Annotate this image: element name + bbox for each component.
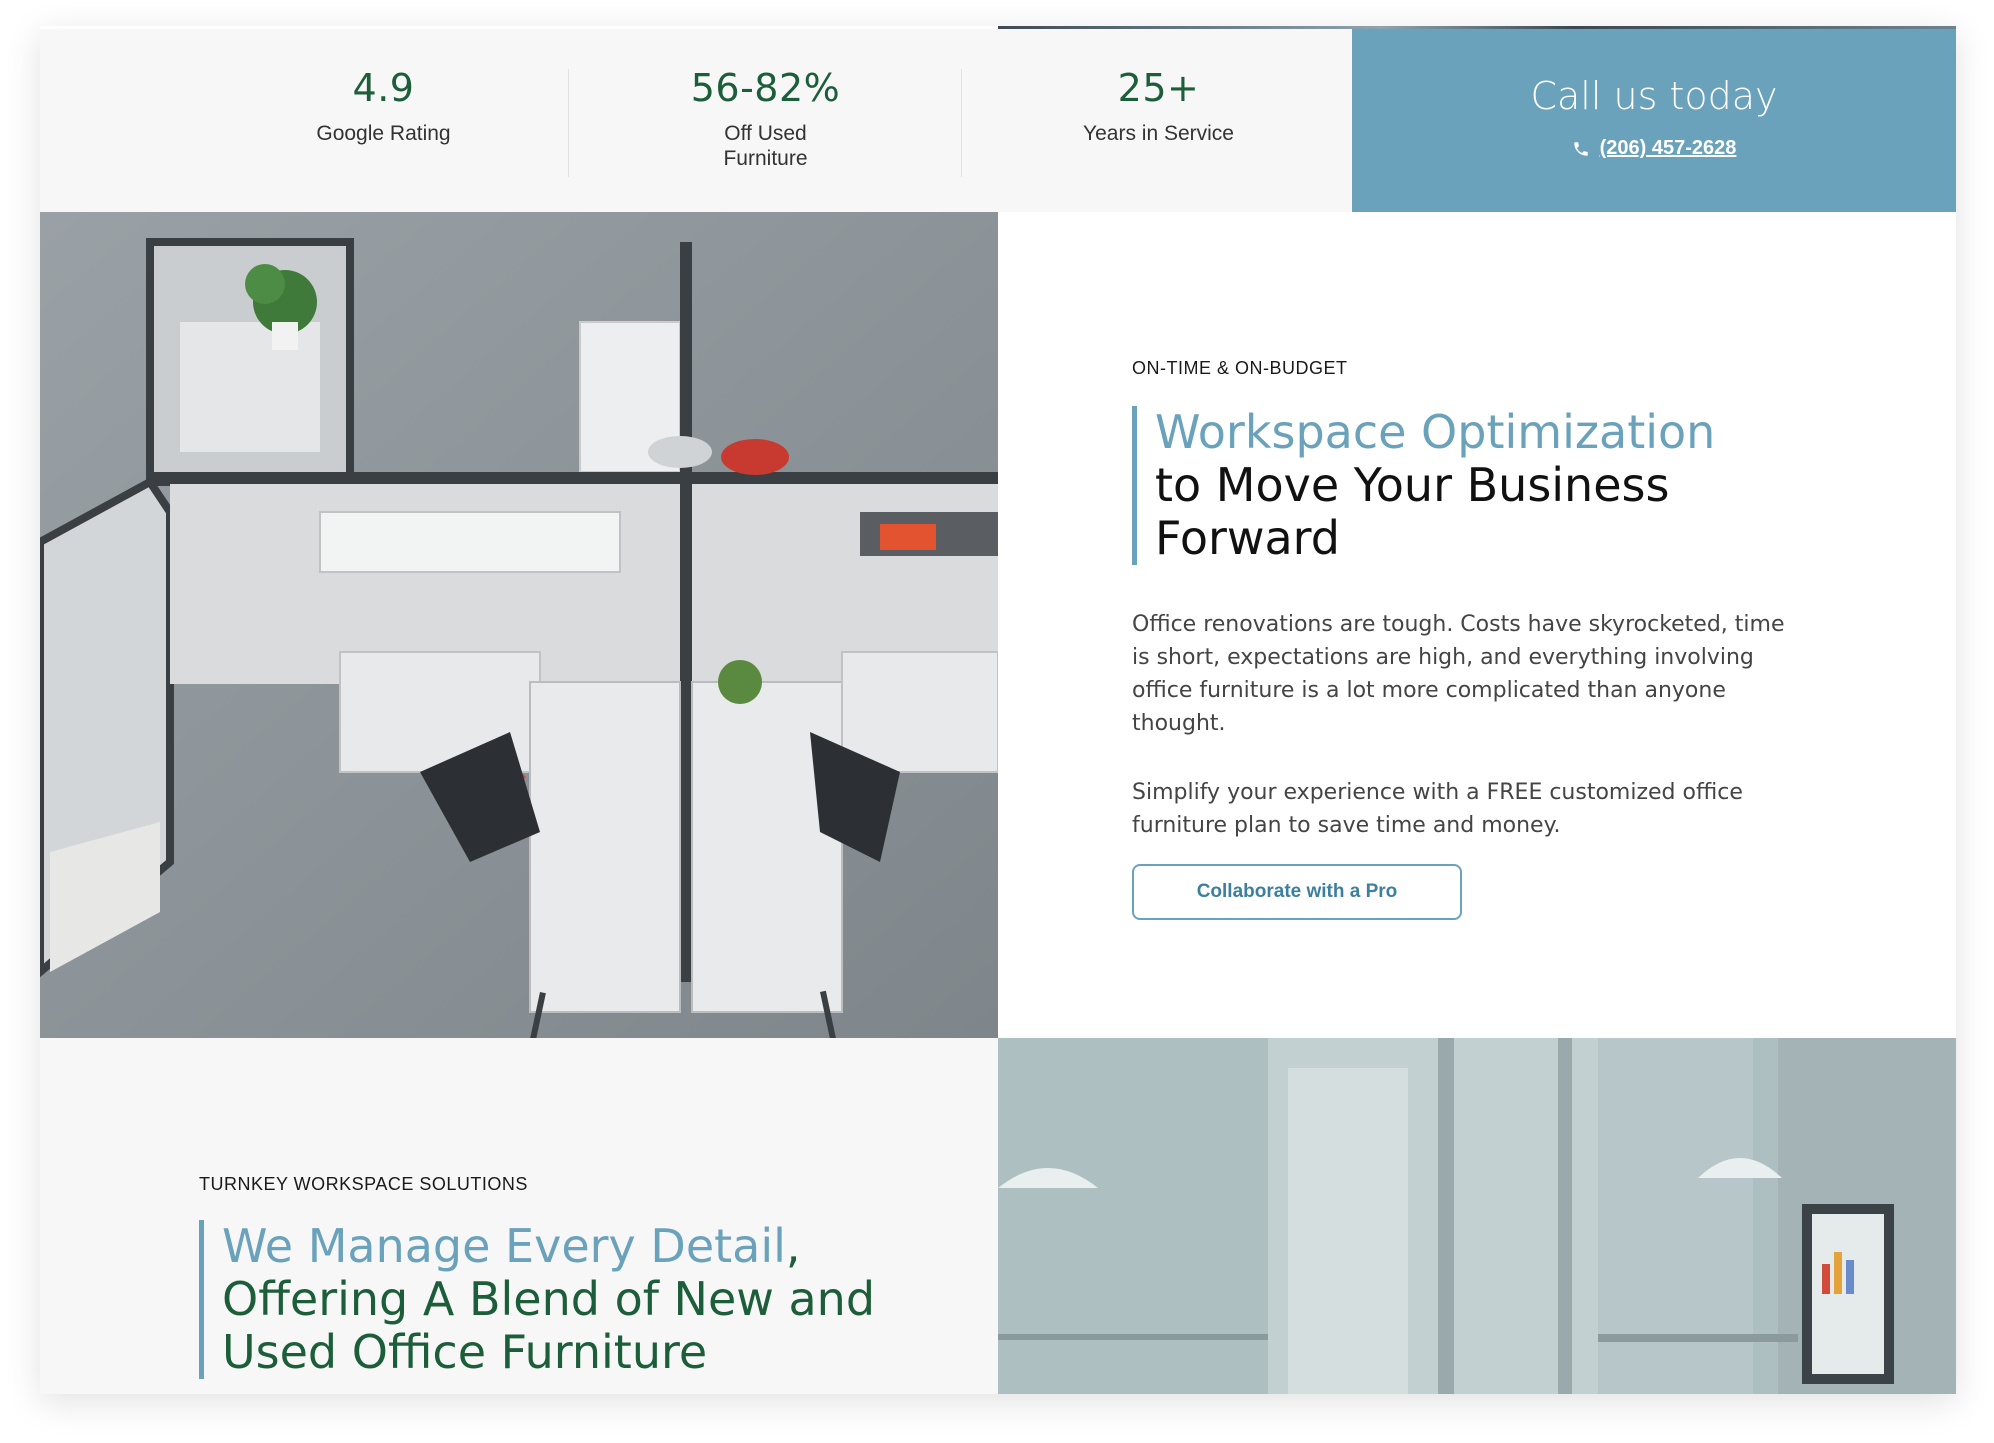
stat-value: 56-82% bbox=[690, 66, 841, 110]
stat-years: 25+ Years in Service bbox=[962, 29, 1355, 212]
section-eyebrow: TURNKEY WORKSPACE SOLUTIONS bbox=[199, 1174, 528, 1194]
section-eyebrow: ON-TIME & ON-BUDGET bbox=[1132, 358, 1348, 378]
heading-accent: We Manage Every Detail bbox=[222, 1219, 786, 1273]
section-heading: We Manage Every Detail, Offering A Blend… bbox=[199, 1220, 902, 1379]
intro-paragraph: Office renovations are tough. Costs have… bbox=[1132, 612, 1785, 736]
heading-rest: Offering A Blend of New and Used Office … bbox=[222, 1272, 876, 1379]
offer-paragraph: Simplify your experience with a FREE cus… bbox=[1132, 780, 1743, 838]
stat-label: Off Used Furniture bbox=[723, 122, 808, 170]
page: 4.9 Google Rating 56-82% Off Used Furnit… bbox=[40, 26, 1956, 1394]
office-interior-photo bbox=[998, 1038, 1956, 1394]
heading-comma: , bbox=[785, 1219, 801, 1273]
stats-bar: 4.9 Google Rating 56-82% Off Used Furnit… bbox=[40, 29, 1956, 212]
phone-icon bbox=[1573, 141, 1588, 156]
stat-google-rating: 4.9 Google Rating bbox=[40, 29, 569, 212]
section-heading: Workspace Optimization to Move Your Busi… bbox=[1132, 406, 1795, 565]
heading-rest: to Move Your Business Forward bbox=[1155, 458, 1670, 565]
call-us-box: Call us today (206) 457-2628 bbox=[1352, 29, 1956, 212]
stat-off-used: 56-82% Off Used Furniture bbox=[569, 29, 962, 212]
stat-label: Years in Service bbox=[1083, 122, 1234, 145]
call-title: Call us today bbox=[1530, 74, 1778, 118]
stat-label: Google Rating bbox=[316, 122, 451, 145]
collaborate-button[interactable]: Collaborate with a Pro bbox=[1132, 864, 1462, 920]
cubicle-illustration bbox=[40, 212, 998, 1038]
stat-value: 25+ bbox=[1117, 66, 1200, 110]
phone-number: (206) 457-2628 bbox=[1599, 137, 1737, 159]
office-cubicle-photo bbox=[40, 212, 998, 1038]
phone-link[interactable]: (206) 457-2628 bbox=[1572, 137, 1737, 160]
feature-section-optimization: ON-TIME & ON-BUDGET Workspace Optimizati… bbox=[998, 212, 1956, 1038]
stat-value: 4.9 bbox=[352, 66, 415, 110]
heading-accent: Workspace Optimization bbox=[1155, 405, 1716, 459]
feature-section-turnkey: TURNKEY WORKSPACE SOLUTIONS We Manage Ev… bbox=[40, 1038, 998, 1394]
office-interior-illustration bbox=[998, 1038, 1956, 1394]
